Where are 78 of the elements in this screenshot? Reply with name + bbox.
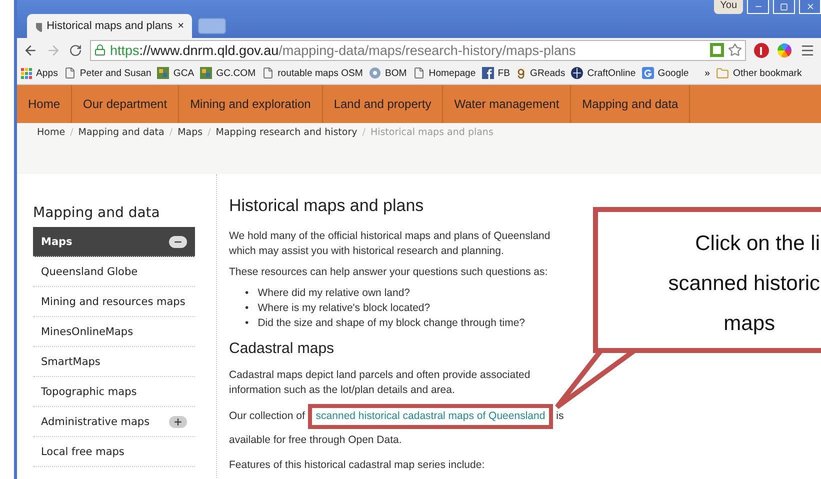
browser-tab[interactable]: Historical maps and plans × [27,14,192,38]
breadcrumb-separator: / [362,127,366,138]
sidebar-item[interactable]: Administrative maps [33,407,195,437]
bookmark-link[interactable]: Apps [36,68,58,78]
bullet-mark: • [245,316,249,331]
close-tab-icon[interactable]: × [178,20,184,32]
bookmark-star-icon[interactable] [728,43,742,57]
url-text: https://www.dnrm.qld.gov.au/mapping-data/maps/research-history/maps-plans [110,42,576,58]
bullet-item: Where did my relative own land? [258,286,410,301]
lead-paragraph: These resources can help answer your questions such questions as: [229,265,549,280]
sidebar-item[interactable]: MinesOnlineMaps [33,317,195,347]
current-page-label: Historical maps and plans [370,127,494,138]
apps-grid-icon [21,68,32,78]
bullet-item: Where is my relative's block located? [258,301,430,316]
bookmark-link[interactable]: GReads [530,68,566,78]
more-bookmarks-button[interactable]: » [704,68,710,78]
back-icon[interactable] [23,42,38,58]
features-paragraph: Features of this historical cadastral map series include: [229,458,486,473]
collection-paragraph: Our collection of scanned historical cadastral maps of Queensland is available for free through Open Data. [229,404,564,452]
color-wheel-icon[interactable] [777,42,792,58]
g-logo-icon [642,67,654,79]
f-logo-icon [482,67,494,79]
breadcrumb-separator: / [70,127,74,138]
expand-icon[interactable] [169,416,187,428]
section-paragraph: Cadastral maps depict land parcels and often provide associated information such as the lot/plan details and area. [229,368,532,398]
folder-icon [716,66,730,80]
g-letter-icon [516,67,526,79]
tile-icon [157,67,170,79]
bullet-mark: • [245,301,249,316]
menu-icon[interactable] [800,42,815,58]
globe-icon [571,67,584,79]
page-icon [412,67,425,79]
lock-icon [94,44,106,56]
disc-icon [368,67,381,79]
breadcrumb-link[interactable]: Home [37,127,66,138]
bookmark-link[interactable]: Homepage [428,68,476,78]
breadcrumb-link[interactable]: Mapping research and history [216,127,358,138]
close-window-icon[interactable] [799,0,821,14]
callout-text: Click on the li [695,231,820,257]
user-badge[interactable]: You [714,0,743,14]
page-icon [262,67,274,79]
bookmark-link[interactable]: GCA [173,68,194,78]
sidebar-item[interactable]: Mining and resources maps [33,287,195,317]
collapse-icon[interactable] [169,236,187,248]
callout-text: scanned historic [668,271,820,297]
page-icon [64,67,76,79]
tile-icon [200,67,212,79]
breadcrumb-link[interactable]: Mapping and data [78,127,164,138]
breadcrumb-separator: / [169,127,173,138]
breadcrumb-link[interactable]: Maps [178,127,203,138]
address-field[interactable]: https://www.dnrm.qld.gov.au/mapping-data/maps/research-history/maps-plans [90,40,746,60]
bookmark-link[interactable]: routable maps OSM [278,68,363,78]
callout-text: maps [724,311,775,337]
sidebar-item[interactable]: Local free maps [33,437,195,467]
cadastral-maps-link[interactable]: scanned historical cadastral maps of Queensland [316,410,546,422]
bookmark-link[interactable]: CraftOnline [587,68,636,78]
section-heading: Cadastral maps [229,341,336,356]
bookmark-link[interactable]: GC.COM [216,68,256,78]
bookmark-link[interactable]: Peter and Susan [80,68,152,78]
bullet-mark: • [245,286,249,301]
minimize-icon[interactable] [747,0,769,14]
sidebar-item[interactable]: Maps [33,227,195,257]
breadcrumb-separator: / [208,127,211,138]
page-title: Historical maps and plans [229,198,425,213]
extension-icon[interactable] [710,43,724,57]
reload-icon[interactable] [69,44,82,56]
bookmark-link[interactable]: Google [658,68,689,78]
sidebar-item[interactable]: Topographic maps [33,377,195,407]
bookmark-link[interactable]: BOM [384,68,407,78]
maximize-icon[interactable] [773,0,795,14]
bookmark-folder[interactable]: Other bookmark [733,68,802,78]
sidebar-title: Mapping and data [33,205,161,221]
bookmark-link[interactable]: FB [498,68,510,78]
sidebar-item[interactable]: Queensland Globe [33,257,195,287]
bullet-item: Did the size and shape of my block change through time? [258,316,526,331]
intro-paragraph: We hold many of the official historical maps and plans of Queensland which may assist you with historical research and planning. [229,229,552,259]
tab-title: Historical maps and plans [46,20,173,32]
sidebar-item[interactable]: SmartMaps [33,347,195,377]
